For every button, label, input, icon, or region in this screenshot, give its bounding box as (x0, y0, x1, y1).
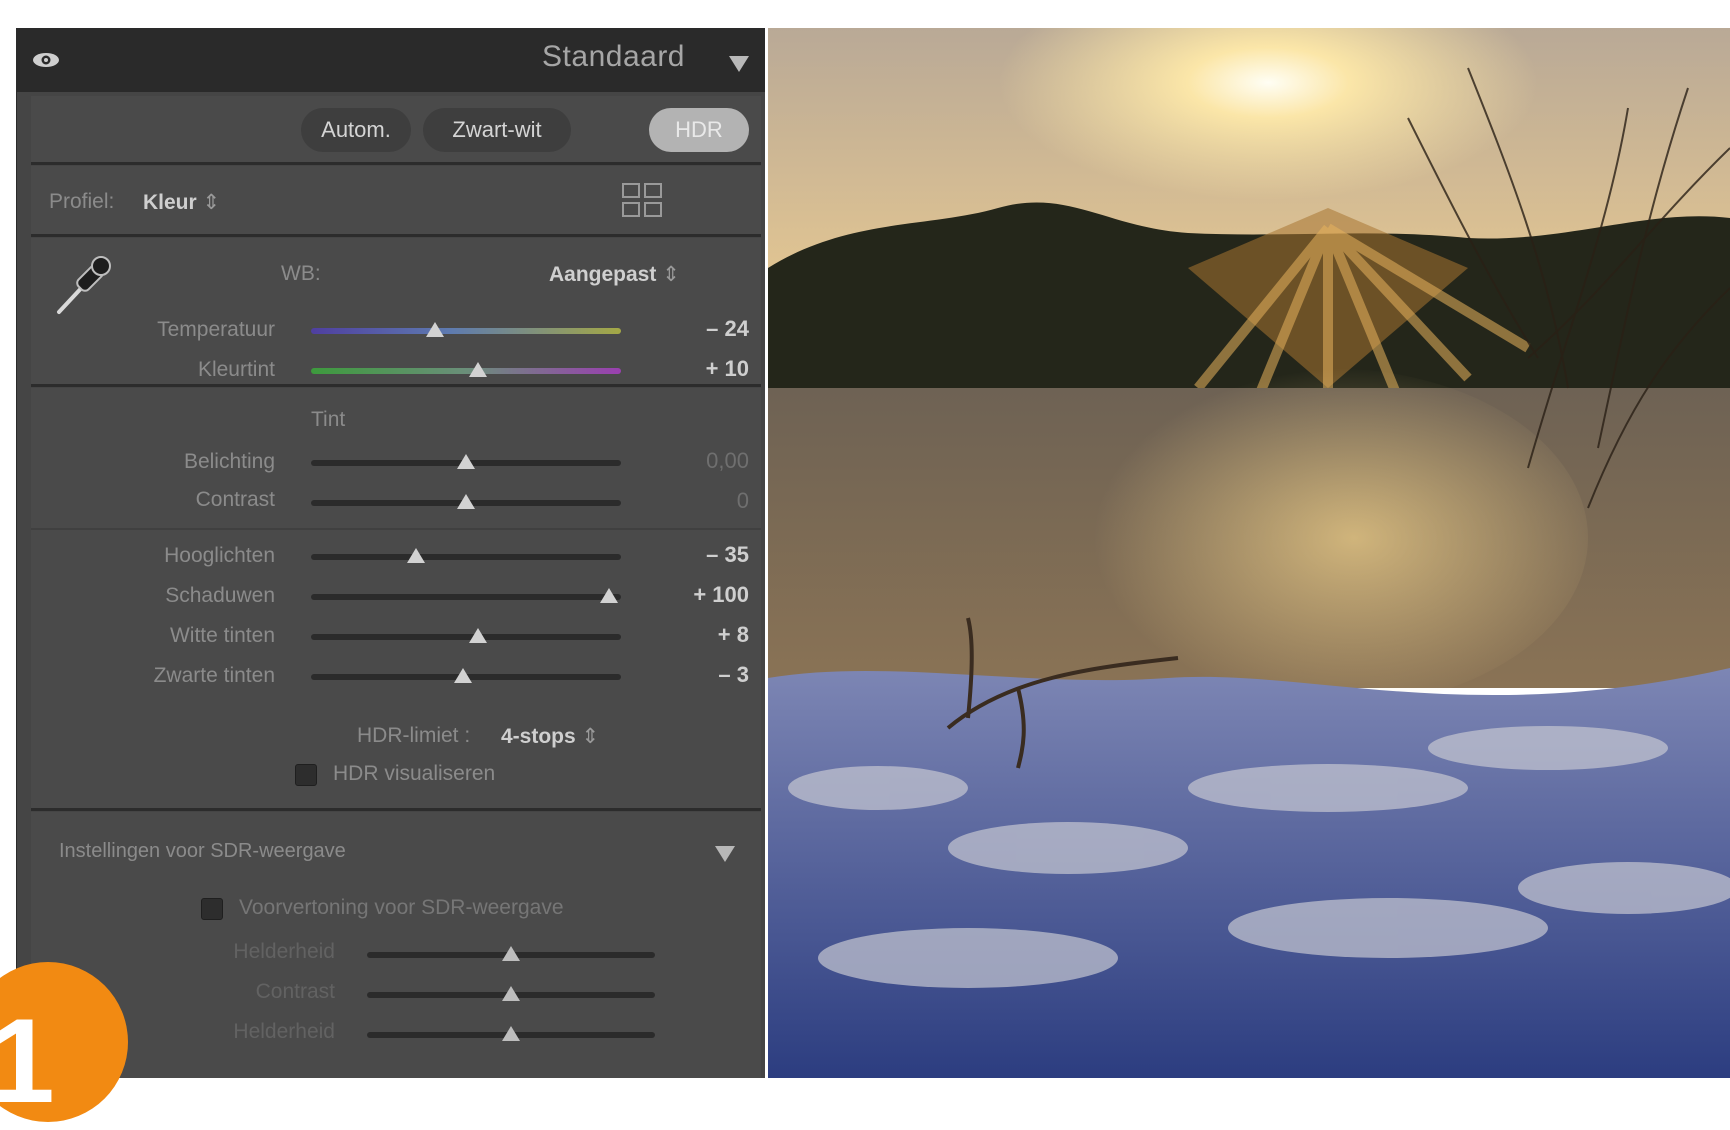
auto-button[interactable]: Autom. (301, 108, 411, 152)
sdr-title: Instellingen voor SDR-weergave (59, 840, 346, 862)
whites-slider[interactable] (311, 628, 621, 643)
sdr-contrast-thumb[interactable] (502, 986, 520, 1001)
bw-button[interactable]: Zwart-wit (423, 108, 571, 152)
temperature-thumb[interactable] (426, 322, 444, 337)
eye-icon[interactable] (31, 52, 61, 68)
temperature-label: Temperatuur (157, 318, 275, 341)
exposure-label: Belichting (183, 450, 275, 473)
highlights-slider[interactable] (311, 548, 621, 563)
preset-dropdown-icon[interactable] (729, 56, 749, 72)
divider (31, 528, 761, 530)
blacks-slider[interactable] (311, 668, 621, 683)
shadows-thumb[interactable] (599, 588, 618, 603)
wb-label: WB: (281, 262, 321, 285)
sdr-collapse-icon[interactable] (715, 846, 735, 862)
hdr-limit-label: HDR-limiet : (357, 724, 471, 747)
profile-row: Profiel: Kleur ⇕ (31, 166, 761, 234)
wb-section: WB: Aangepast ⇕ Temperatuur – 24 Kleurti… (31, 238, 761, 384)
sdr-brightness2-thumb[interactable] (502, 1026, 520, 1041)
sdr-section: Instellingen voor SDR-weergave Voorverto… (31, 812, 761, 1078)
temperature-value[interactable]: – 24 (659, 316, 749, 342)
wb-select[interactable]: Aangepast ⇕ (549, 262, 680, 287)
eyedropper-icon[interactable] (49, 250, 119, 320)
tone-title: Tint (311, 408, 346, 431)
highlights-value[interactable]: – 35 (659, 542, 749, 568)
profile-browser-grid-icon[interactable] (621, 182, 665, 220)
divider (31, 234, 761, 237)
whites-value[interactable]: + 8 (659, 622, 749, 648)
shadows-slider[interactable] (311, 588, 621, 603)
contrast-slider[interactable] (311, 494, 621, 509)
step-number: 1 (0, 994, 55, 1128)
divider (31, 384, 761, 387)
blacks-value[interactable]: – 3 (659, 662, 749, 688)
blacks-label: Zwarte tinten (153, 664, 275, 687)
sdr-brightness-thumb[interactable] (502, 946, 520, 961)
contrast-label: Contrast (195, 488, 275, 511)
hdr-button[interactable]: HDR (649, 108, 749, 152)
tint-slider[interactable] (311, 362, 621, 377)
sdr-contrast-label: Contrast (255, 980, 335, 1003)
photo-preview[interactable] (768, 28, 1730, 1078)
develop-panel: Standaard Autom. Zwart-wit HDR Profiel: … (16, 28, 765, 1078)
panel-header: Standaard (17, 28, 765, 92)
preset-name[interactable]: Standaard (542, 40, 685, 74)
tint-thumb[interactable] (469, 362, 488, 377)
exposure-thumb[interactable] (457, 454, 475, 469)
hdr-visualize-label: HDR visualiseren (333, 762, 496, 785)
hdr-limit-select[interactable]: 4-stops ⇕ (501, 724, 599, 749)
blacks-thumb[interactable] (453, 668, 472, 683)
profile-label: Profiel: (49, 190, 115, 213)
tint-label: Kleurtint (197, 358, 275, 381)
whites-label: Witte tinten (169, 624, 275, 647)
highlights-label: Hooglichten (164, 544, 275, 567)
contrast-thumb[interactable] (457, 494, 475, 509)
hdr-visualize-checkbox[interactable] (295, 764, 317, 786)
profile-select[interactable]: Kleur ⇕ (143, 190, 220, 215)
shadows-label: Schaduwen (165, 584, 275, 607)
winter-sunset-photo (768, 28, 1730, 1078)
contrast-value[interactable]: 0 (659, 488, 749, 514)
mode-row: Autom. Zwart-wit HDR (31, 96, 761, 164)
sdr-preview-checkbox[interactable] (201, 898, 223, 920)
sdr-brightness2-slider[interactable] (367, 1026, 655, 1041)
exposure-slider[interactable] (311, 454, 621, 469)
exposure-value[interactable]: 0,00 (659, 448, 749, 474)
tint-value[interactable]: + 10 (659, 356, 749, 382)
sdr-preview-label: Voorvertoning voor SDR-weergave (239, 896, 564, 919)
sdr-brightness-label: Helderheid (233, 940, 335, 963)
whites-thumb[interactable] (469, 628, 488, 643)
divider (31, 808, 761, 811)
sdr-contrast-slider[interactable] (367, 986, 655, 1001)
temperature-slider[interactable] (311, 322, 621, 337)
sdr-brightness-slider[interactable] (367, 946, 655, 961)
highlights-thumb[interactable] (407, 548, 426, 563)
divider (31, 162, 761, 165)
tone-section: Tint Belichting 0,00 Contrast 0 Hooglich… (31, 388, 761, 808)
shadows-value[interactable]: + 100 (659, 582, 749, 608)
